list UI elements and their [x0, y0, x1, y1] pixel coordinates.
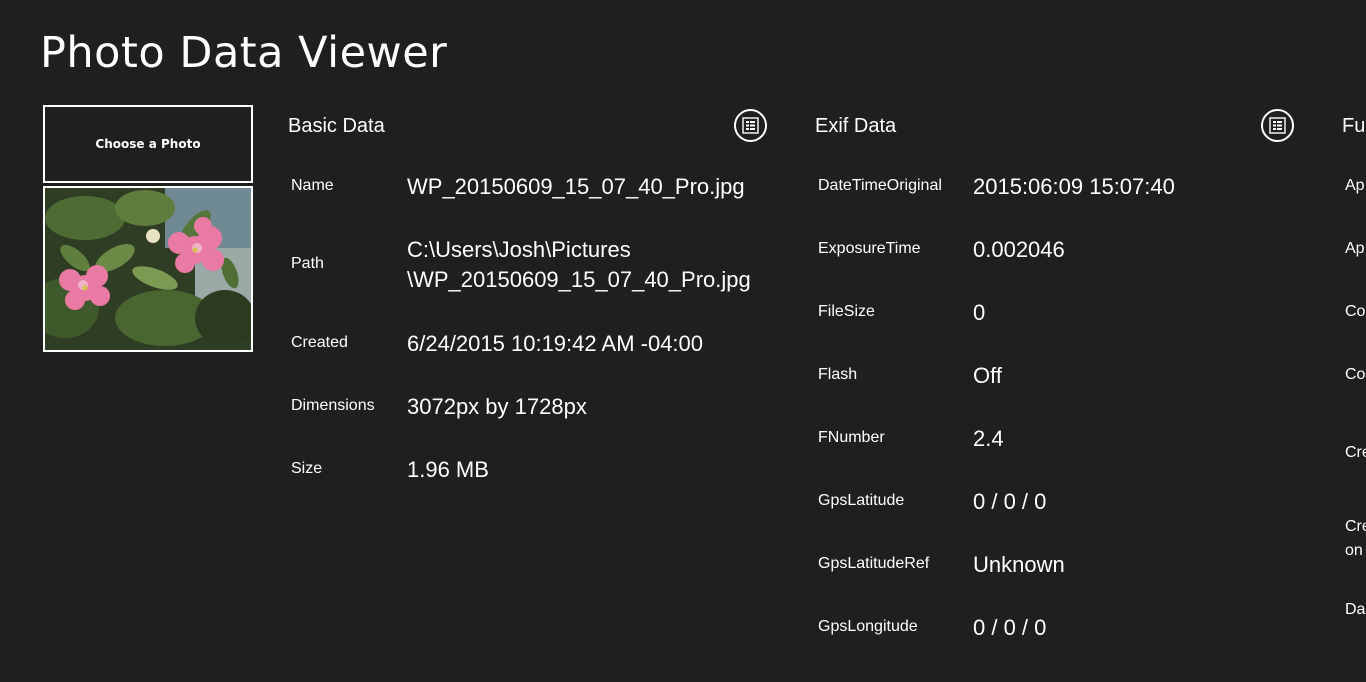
- basic-grid-view-button[interactable]: [734, 109, 767, 142]
- exif-data-header: Exif Data: [815, 115, 897, 137]
- full-label-7: Da: [1345, 601, 1366, 618]
- full-label-0: Ap: [1345, 177, 1365, 194]
- grid-view-icon: [1269, 117, 1286, 134]
- full-label-5: Cre: [1345, 518, 1366, 535]
- full-label-3: Co: [1345, 366, 1366, 383]
- basic-value-dimensions: 3072px by 1728px: [407, 394, 587, 419]
- exif-label-flash: Flash: [818, 366, 858, 383]
- choose-photo-button[interactable]: Choose a Photo: [43, 105, 253, 183]
- exif-value-gpslatitude: 0 / 0 / 0: [973, 489, 1047, 514]
- exif-value-gpslatituderef: Unknown: [973, 552, 1065, 577]
- basic-label-name: Name: [291, 177, 334, 194]
- photo-thumbnail: [43, 186, 253, 352]
- exif-value-flash: Off: [973, 363, 1002, 388]
- grid-view-icon: [742, 117, 759, 134]
- exif-label-exposuretime: ExposureTime: [818, 240, 921, 257]
- basic-value-created: 6/24/2015 10:19:42 AM -04:00: [407, 331, 704, 356]
- basic-data-header: Basic Data: [288, 115, 385, 137]
- exif-label-gpslatitude: GpsLatitude: [818, 492, 905, 509]
- exif-value-filesize: 0: [973, 300, 986, 325]
- basic-value-path-line2: \WP_20150609_15_07_40_Pro.jpg: [407, 267, 751, 292]
- full-data-header: Fu: [1342, 115, 1366, 137]
- page-title: Photo Data Viewer: [40, 28, 448, 78]
- basic-label-size: Size: [291, 460, 323, 477]
- basic-label-path: Path: [291, 255, 324, 272]
- exif-label-gpslatituderef: GpsLatitudeRef: [818, 555, 930, 572]
- exif-value-exposuretime: 0.002046: [973, 237, 1065, 262]
- exif-grid-view-button[interactable]: [1261, 109, 1294, 142]
- full-label-6: on: [1345, 542, 1363, 559]
- basic-value-path-line1: C:\Users\Josh\Pictures: [407, 237, 631, 262]
- app-window: Photo Data Viewer Choose a Photo Basic D…: [0, 0, 1366, 682]
- basic-label-dimensions: Dimensions: [291, 397, 375, 414]
- exif-value-datetimeoriginal: 2015:06:09 15:07:40: [973, 174, 1175, 199]
- exif-value-gpslongitude: 0 / 0 / 0: [973, 615, 1047, 640]
- full-label-1: Ap: [1345, 240, 1365, 257]
- full-label-4: Cre: [1345, 444, 1366, 461]
- exif-label-filesize: FileSize: [818, 303, 875, 320]
- exif-label-fnumber: FNumber: [818, 429, 885, 446]
- basic-label-created: Created: [291, 334, 348, 351]
- flower-photo-image: [45, 188, 251, 350]
- basic-value-name: WP_20150609_15_07_40_Pro.jpg: [407, 174, 745, 199]
- full-label-2: Co: [1345, 303, 1366, 320]
- exif-label-datetimeoriginal: DateTimeOriginal: [818, 177, 942, 194]
- exif-value-fnumber: 2.4: [973, 426, 1004, 451]
- basic-value-size: 1.96 MB: [407, 457, 489, 482]
- exif-label-gpslongitude: GpsLongitude: [818, 618, 918, 635]
- basic-value-path: C:\Users\Josh\Pictures \WP_20150609_15_0…: [407, 235, 751, 295]
